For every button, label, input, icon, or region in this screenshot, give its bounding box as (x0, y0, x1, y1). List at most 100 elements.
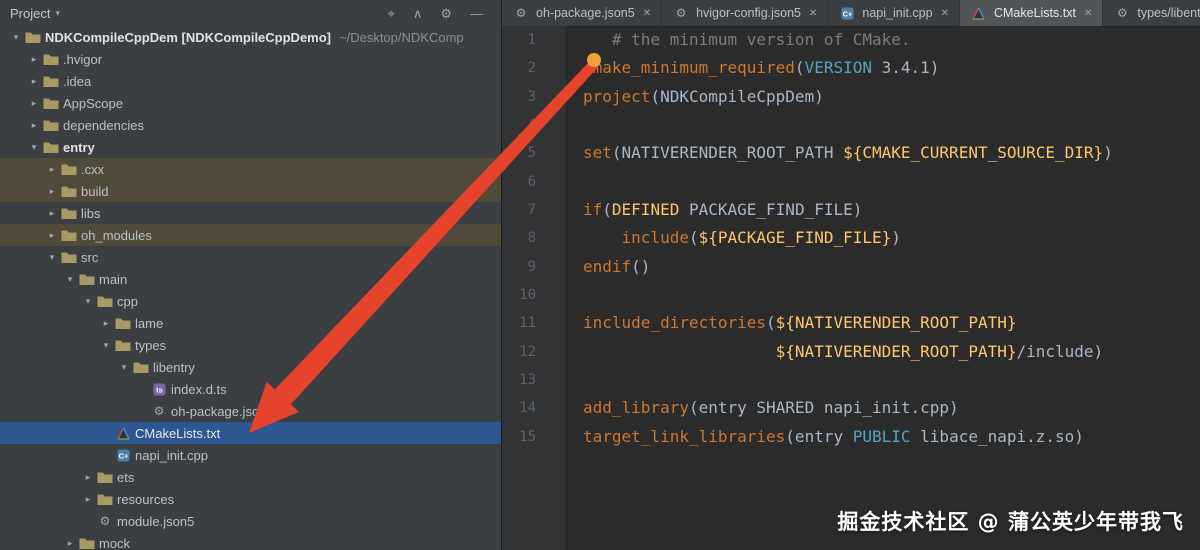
tree-item-appscope[interactable]: ▸ AppScope (0, 92, 501, 114)
chevron-right-icon[interactable]: ▸ (44, 164, 60, 175)
tree-item-mock[interactable]: ▸ mock (0, 532, 501, 550)
tree-item-cmakelists-txt[interactable]: CMakeLists.txt (0, 422, 501, 444)
folder-icon (114, 317, 132, 330)
tree-item-entry[interactable]: ▾ entry (0, 136, 501, 158)
tree-item-cxx[interactable]: ▸ .cxx (0, 158, 501, 180)
json5-file-icon: ⚙ (153, 404, 165, 418)
tree-item-label: .hvigor (63, 51, 103, 67)
chevron-right-icon[interactable]: ▸ (44, 208, 60, 219)
tree-item-index-d-ts[interactable]: ts index.d.ts (0, 378, 501, 400)
close-icon[interactable]: ✕ (1084, 8, 1092, 19)
collapse-all-icon[interactable]: ∧ (413, 7, 423, 20)
chevron-right-icon[interactable]: ▸ (26, 120, 42, 131)
tree-item-label: oh_modules (81, 227, 152, 243)
tree-item-types[interactable]: ▾ types (0, 334, 501, 356)
folder-icon (60, 229, 78, 242)
locate-file-icon[interactable]: ⌖ (388, 7, 395, 20)
code-line: set(NATIVERENDER_ROOT_PATH ${CMAKE_CURRE… (583, 143, 1113, 163)
folder-icon (42, 97, 60, 110)
tab-label: types/libentry/oh-p (1137, 6, 1200, 20)
tree-item-cpp[interactable]: ▾ cpp (0, 290, 501, 312)
tab-hvigor-config-json5[interactable]: ⚙ hvigor-config.json5 ✕ (662, 0, 829, 26)
folder-icon (96, 493, 114, 506)
chevron-right-icon[interactable]: ▸ (62, 538, 78, 549)
tree-item-napi-init-cpp[interactable]: C+ napi_init.cpp (0, 444, 501, 466)
chevron-right-icon[interactable]: ▸ (26, 76, 42, 87)
watermark: 掘金技术社区 @ 蒲公英少年带我飞 (837, 510, 1184, 534)
tree-item-oh-package-json5[interactable]: ⚙ oh-package.json5 (0, 400, 501, 422)
close-icon[interactable]: ✕ (643, 8, 651, 19)
tree-item-hvigor[interactable]: ▸ .hvigor (0, 48, 501, 70)
folder-icon (60, 207, 78, 220)
chevron-right-icon[interactable]: ▸ (26, 98, 42, 109)
chevron-right-icon[interactable]: ▸ (26, 54, 42, 65)
chevron-down-icon[interactable]: ▾ (116, 362, 132, 373)
line-number: 14 (519, 400, 536, 417)
chevron-down-icon[interactable]: ▾ (44, 252, 60, 263)
tree-item-label: .idea (63, 73, 92, 89)
chevron-right-icon[interactable]: ▸ (98, 318, 114, 329)
tree-item-label: index.d.ts (171, 381, 227, 397)
folder-icon (42, 119, 60, 132)
chevron-down-icon[interactable]: ▾ (8, 32, 24, 43)
tree-item-label: resources (117, 491, 175, 507)
cpp-file-icon: C+ (114, 449, 132, 462)
tree-item-oh-modules[interactable]: ▸ oh_modules (0, 224, 501, 246)
code-line: ${NATIVERENDER_ROOT_PATH}/include) (775, 341, 1104, 361)
tree-item-dependencies[interactable]: ▸ dependencies (0, 114, 501, 136)
chevron-right-icon[interactable]: ▸ (80, 472, 96, 483)
tree-item-lame[interactable]: ▸ lame (0, 312, 501, 334)
tree-item-main[interactable]: ▾ main (0, 268, 501, 290)
editor-area: ⚙ oh-package.json5 ✕ ⚙ hvigor-config.json5 ✕ C… (502, 0, 1200, 550)
line-number: 2 (527, 60, 536, 77)
chevron-down-icon[interactable]: ▾ (26, 142, 42, 153)
chevron-right-icon[interactable]: ▸ (80, 494, 96, 505)
json5-file-icon: ⚙ (675, 6, 687, 20)
tab-napi-init-cpp[interactable]: C+ napi_init.cpp ✕ (828, 0, 960, 26)
hide-panel-icon[interactable]: — (470, 7, 483, 20)
project-tool-button[interactable]: Project ▾ (10, 6, 60, 21)
code-area[interactable]: # the minimum version of CMake. cmake_min… (567, 26, 1200, 550)
chevron-down-icon[interactable]: ▾ (62, 274, 78, 285)
close-icon[interactable]: ✕ (941, 8, 949, 19)
code-line: if(DEFINED PACKAGE_FIND_FILE) (583, 200, 863, 220)
tab-label: CMakeLists.txt (993, 6, 1076, 20)
tree-item-label: libentry (153, 359, 195, 375)
tree-item-src[interactable]: ▾ src (0, 246, 501, 268)
line-number: 13 (519, 372, 536, 389)
folder-icon (60, 251, 78, 264)
tree-item-module-json5[interactable]: ⚙ module.json5 (0, 510, 501, 532)
chevron-right-icon[interactable]: ▸ (44, 230, 60, 241)
line-number: 3 (527, 88, 536, 105)
chevron-right-icon[interactable]: ▸ (44, 186, 60, 197)
tree-item-build[interactable]: ▸ build (0, 180, 501, 202)
tree-item-ndkcompilecppdem-ndkcompilecppdemo[interactable]: ▾ NDKCompileCppDem [NDKCompileCppDemo] ~/D… (0, 26, 501, 48)
code-line: cmake_minimum_required(VERSION 3.4.1) (583, 58, 940, 78)
cmake-file-icon (970, 7, 988, 20)
tree-item-resources[interactable]: ▸ resources (0, 488, 501, 510)
settings-icon[interactable]: ⚙ (440, 7, 452, 20)
tree-item-label: CMakeLists.txt (135, 425, 221, 441)
close-icon[interactable]: ✕ (809, 8, 817, 19)
tree-item-idea[interactable]: ▸ .idea (0, 70, 501, 92)
tree-item-libentry[interactable]: ▾ libentry (0, 356, 501, 378)
line-number: 15 (519, 428, 536, 445)
chevron-down-icon[interactable]: ▾ (98, 340, 114, 351)
editor-gutter[interactable]: 1 2 3 4 5 6 7 8 9 10 11 12 13 14 15 (502, 26, 567, 550)
editor-body: 1 2 3 4 5 6 7 8 9 10 11 12 13 14 15 # the minimum vers… (502, 26, 1200, 550)
tree-item-ets[interactable]: ▸ ets (0, 466, 501, 488)
tree-item-libs[interactable]: ▸ libs (0, 202, 501, 224)
folder-icon (78, 273, 96, 286)
project-tree: ▾ NDKCompileCppDem [NDKCompileCppDemo] ~/D… (0, 26, 501, 550)
code-line: add_library(entry SHARED napi_init.cpp) (583, 398, 959, 418)
json5-file-icon: ⚙ (99, 514, 111, 528)
cpp-file-icon: C+ (838, 7, 856, 20)
tree-item-label: main (99, 271, 128, 287)
tab-types-libentry-oh-p[interactable]: ⚙types/libentry/oh-p✕ (1103, 0, 1200, 26)
tab-oh-package-json5[interactable]: ⚙ oh-package.json5 ✕ (502, 0, 663, 26)
chevron-down-icon[interactable]: ▾ (80, 296, 96, 307)
line-number: 4 (527, 117, 536, 134)
line-number: 1 (527, 32, 536, 48)
tab-cmakelists-txt[interactable]: CMakeLists.txt ✕ (959, 0, 1104, 26)
